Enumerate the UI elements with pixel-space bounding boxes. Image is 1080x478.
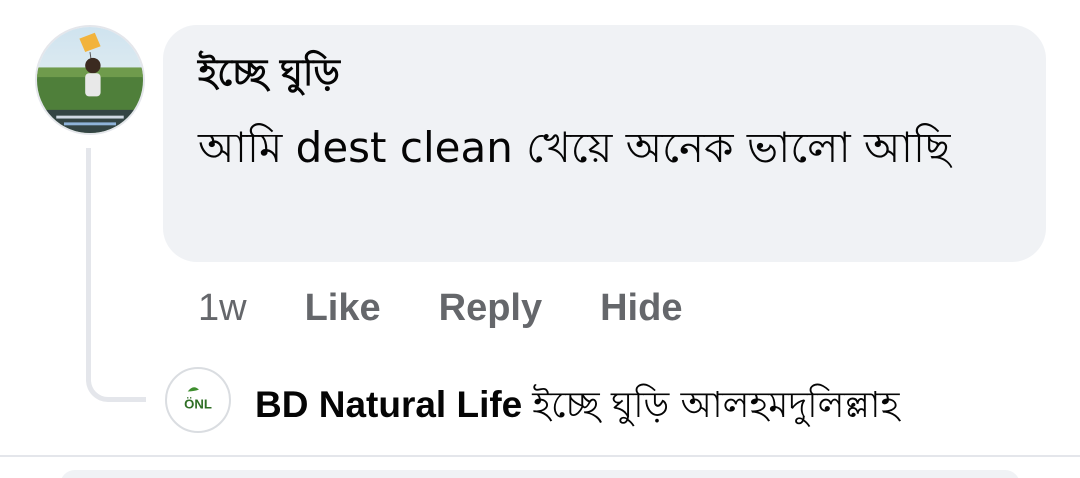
comment-text: আমি dest clean খেয়ে অনেক ভালো আছি	[198, 123, 951, 172]
reply-text: আলহমদুলিল্লাহ	[680, 385, 900, 426]
comment-bubble: ইচ্ছে ঘুড়ি আমি dest clean খেয়ে অনেক ভা…	[163, 25, 1046, 262]
comment-author-name[interactable]: ইচ্ছে ঘুড়ি	[198, 43, 340, 106]
like-button[interactable]: Like	[305, 287, 381, 330]
hide-button[interactable]: Hide	[600, 287, 682, 330]
comment-timestamp[interactable]: 1w	[198, 287, 247, 330]
reply-preview[interactable]: BD Natural Life ইচ্ছে ঘুড়ি আলহমদুলিল্লাহ	[255, 378, 899, 438]
reply-avatar[interactable]: ÖNL	[165, 367, 231, 433]
commenter-avatar[interactable]	[35, 25, 145, 135]
reply-author-name[interactable]: BD Natural Life	[255, 384, 522, 425]
profile-photo-icon	[37, 27, 143, 133]
comment-thread: ইচ্ছে ঘুড়ি আমি dest clean খেয়ে অনেক ভা…	[0, 0, 1080, 478]
divider	[0, 455, 1080, 457]
reply-mention[interactable]: ইচ্ছে ঘুড়ি	[532, 385, 669, 426]
next-comment-bubble	[60, 470, 1020, 478]
logo-lettering: ÖNL	[184, 396, 212, 411]
reply-button[interactable]: Reply	[439, 287, 542, 330]
thread-connector	[86, 148, 146, 402]
bd-natural-life-logo-icon: ÖNL	[168, 370, 228, 430]
comment-actions: 1w Like Reply Hide	[198, 283, 740, 333]
